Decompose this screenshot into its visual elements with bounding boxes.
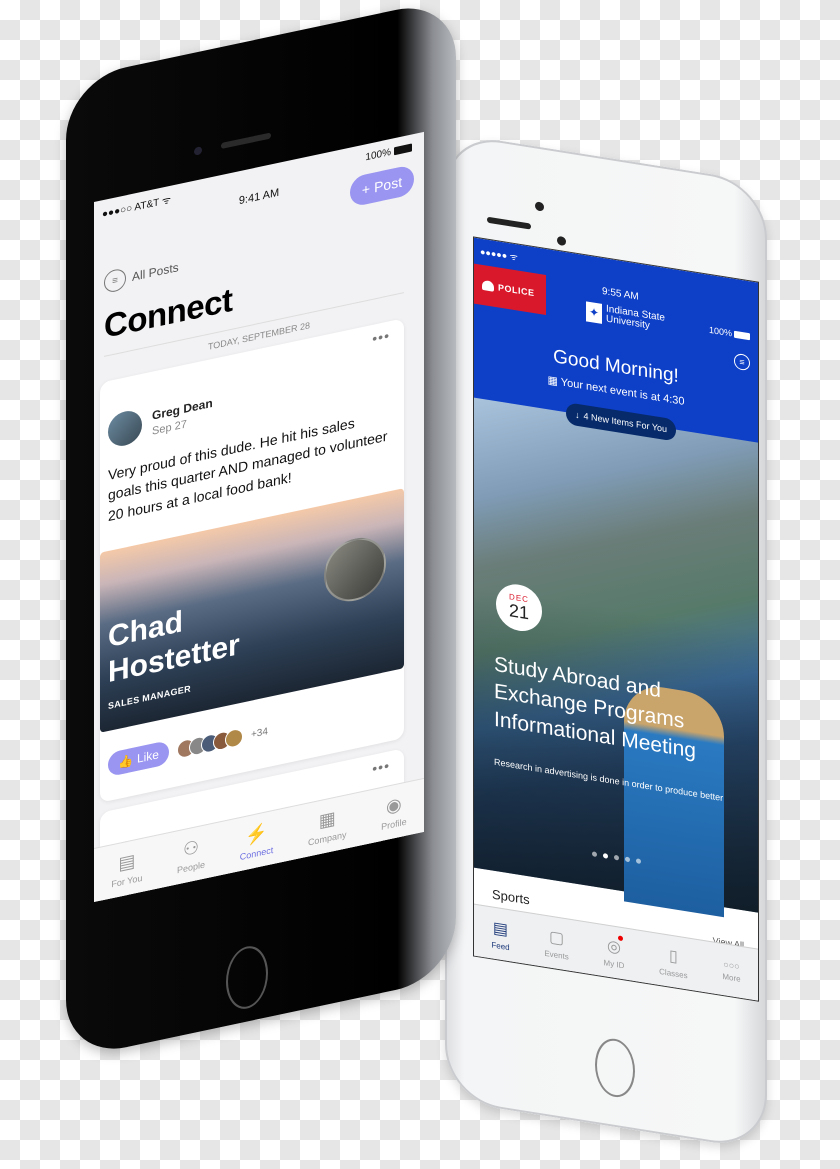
more-options-icon[interactable]: •••	[372, 757, 390, 777]
date-badge: DEC 21	[496, 581, 542, 635]
page-title: Connect	[104, 280, 233, 345]
post-card: ••• Greg Dean Sep 27 Very proud of this …	[100, 318, 404, 803]
carousel-dot[interactable]	[636, 858, 641, 865]
tab-connect[interactable]: ⚡ Connect	[240, 820, 274, 862]
tab-label: Feed	[491, 939, 510, 952]
featured-role: SALES MANAGER	[108, 683, 191, 712]
tab-label: For You	[111, 872, 143, 889]
like-label: Like	[136, 747, 159, 766]
filter-icon: ≡	[104, 267, 126, 294]
tab-label: Events	[544, 948, 569, 962]
menu-icon[interactable]: ≡	[734, 352, 750, 372]
feature-image[interactable]: Chad Hostetter SALES MANAGER	[100, 488, 404, 733]
featured-person-photo	[324, 531, 386, 608]
profile-icon: ◉	[386, 793, 402, 817]
building-icon: ▦	[318, 807, 336, 831]
all-posts-filter[interactable]: ≡ All Posts	[104, 256, 179, 294]
police-hat-icon	[482, 279, 494, 292]
arrow-down-icon: ↓	[574, 409, 580, 421]
avatar	[224, 727, 243, 750]
earpiece-speaker	[487, 216, 531, 230]
book-icon: ▯	[668, 946, 678, 966]
police-label: POLICE	[498, 282, 535, 299]
black-iphone: ●●●○○ AT&T ᯤ 100% 9:41 AM + Post ≡ All P…	[66, 0, 456, 1061]
battery-percent: 100%	[708, 324, 732, 339]
wifi-icon: ᯤ	[161, 194, 171, 208]
tab-profile[interactable]: ◉ Profile	[381, 792, 407, 831]
front-camera	[194, 146, 202, 156]
battery-icon	[394, 143, 412, 156]
likes-row: 👍 Like +34	[108, 719, 268, 778]
carousel-dot[interactable]	[614, 854, 619, 861]
tab-events[interactable]: ▢ Events	[544, 925, 568, 961]
newspaper-icon: ▤	[118, 849, 136, 874]
tab-more[interactable]: ○○○ More	[722, 958, 741, 984]
event-title: Study Abroad and Exchange Programs Infor…	[494, 652, 696, 763]
tab-people[interactable]: ⚇ People	[177, 835, 205, 875]
event-hero-card[interactable]: DEC 21 Study Abroad and Exchange Program…	[474, 397, 758, 918]
thumbs-up-icon: 👍	[118, 752, 133, 770]
battery-percent: 100%	[365, 146, 391, 163]
home-button[interactable]	[595, 1035, 635, 1101]
carousel-dot[interactable]	[592, 851, 597, 858]
featured-name: Chad Hostetter	[108, 605, 240, 689]
tab-label: Company	[307, 828, 347, 848]
like-button[interactable]: 👍 Like	[108, 740, 169, 778]
likers-count[interactable]: +34	[251, 726, 268, 741]
battery-icon	[734, 330, 750, 340]
tab-classes[interactable]: ▯ Classes	[659, 943, 687, 980]
tab-feed[interactable]: ▤ Feed	[491, 917, 509, 952]
front-camera	[535, 201, 544, 212]
calendar-page-icon: ▢	[549, 927, 565, 948]
tab-label: My ID	[603, 957, 625, 970]
plus-icon: +	[361, 180, 371, 199]
tab-bar: ▤ Feed ▢ Events ◎ My ID ▯ Classes ○○○ Mo…	[474, 903, 758, 1001]
filter-label: All Posts	[132, 260, 179, 284]
police-button[interactable]: POLICE	[474, 263, 546, 315]
avatar[interactable]	[108, 407, 142, 450]
post-author: Greg Dean Sep 27	[108, 393, 213, 450]
calendar-icon: ▦	[547, 374, 558, 388]
home-button[interactable]	[226, 942, 268, 1013]
people-icon: ⚇	[182, 836, 200, 860]
proximity-sensor	[557, 235, 566, 247]
more-dots-icon: ○○○	[723, 958, 740, 972]
more-options-icon[interactable]: •••	[372, 327, 390, 347]
isu-app-screen: ●●●●● ᯤ POLICE 9:55 AM ✦ Indiana State U…	[473, 236, 759, 1002]
earpiece-speaker	[221, 132, 271, 150]
tab-label: Profile	[381, 816, 407, 832]
tab-label: More	[722, 971, 741, 984]
leaf-logo-icon: ✦	[586, 301, 602, 324]
feed-icon: ▤	[492, 919, 509, 939]
lightning-icon: ⚡	[245, 821, 268, 847]
tab-company[interactable]: ▦ Company	[308, 805, 347, 847]
post-label: Post	[374, 173, 403, 196]
isu-logo: ✦ Indiana State University	[586, 301, 665, 334]
carousel-dot[interactable]	[625, 856, 630, 863]
tab-label: Classes	[659, 966, 688, 980]
section-title: Sports	[492, 886, 530, 908]
battery-indicator: 100%	[709, 325, 750, 341]
tab-for-you[interactable]: ▤ For You	[111, 848, 142, 889]
carousel-dot-active[interactable]	[603, 853, 608, 859]
status-signal: ●●●●● ᯤ	[480, 246, 518, 263]
connect-app-screen: ●●●○○ AT&T ᯤ 100% 9:41 AM + Post ≡ All P…	[94, 131, 424, 903]
white-iphone: ●●●●● ᯤ POLICE 9:55 AM ✦ Indiana State U…	[441, 132, 767, 1151]
tab-my-id[interactable]: ◎ My ID	[603, 934, 625, 970]
liker-avatars[interactable]	[176, 727, 243, 760]
tab-label: People	[177, 858, 206, 875]
person-icon: ◎	[607, 934, 623, 957]
notification-badge	[617, 934, 623, 941]
status-time: 9:55 AM	[602, 285, 639, 303]
